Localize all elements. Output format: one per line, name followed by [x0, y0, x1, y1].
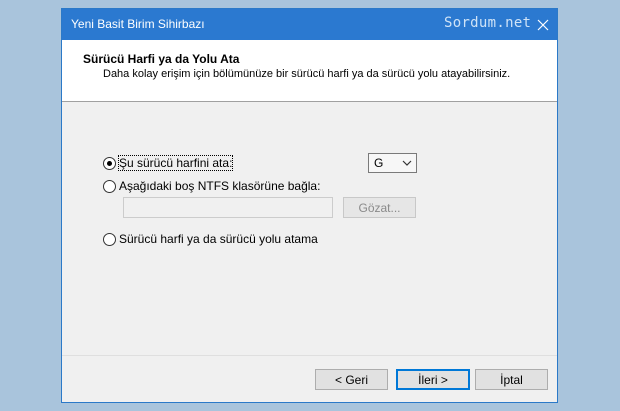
chevron-down-icon: [402, 160, 412, 166]
window-title: Yeni Basit Birim Sihirbazı: [71, 17, 205, 31]
folder-path-input[interactable]: [123, 197, 333, 218]
next-button[interactable]: İleri >: [396, 369, 470, 390]
no-letter-option[interactable]: Sürücü harfi ya da sürücü yolu atama: [103, 232, 318, 246]
watermark-text: Sordum.net: [444, 15, 532, 31]
assign-letter-radio[interactable]: [103, 156, 116, 170]
mount-folder-label[interactable]: Aşağıdaki boş NTFS klasörüne bağla:: [119, 179, 320, 193]
back-button[interactable]: < Geri: [315, 369, 388, 390]
drive-letter-value: G: [374, 156, 384, 170]
wizard-header: Sürücü Harfi ya da Yolu Ata Daha kolay e…: [62, 40, 557, 102]
no-letter-label[interactable]: Sürücü harfi ya da sürücü yolu atama: [119, 232, 318, 246]
assign-letter-option[interactable]: Şu sürücü harfini ata:: [103, 155, 234, 171]
assign-letter-label[interactable]: Şu sürücü harfini ata:: [117, 155, 234, 171]
page-subtitle: Daha kolay erişim için bölümünüze bir sü…: [103, 68, 511, 80]
footer-divider: [62, 355, 557, 356]
wizard-window: Yeni Basit Birim Sihirbazı Sordum.net Sü…: [61, 8, 558, 403]
close-icon: [537, 19, 549, 30]
mount-folder-option[interactable]: Aşağıdaki boş NTFS klasörüne bağla:: [103, 179, 320, 193]
title-bar[interactable]: Yeni Basit Birim Sihirbazı Sordum.net: [62, 9, 557, 40]
cancel-button[interactable]: İptal: [475, 369, 548, 390]
no-letter-radio[interactable]: [103, 232, 116, 246]
drive-letter-select[interactable]: G: [368, 153, 417, 173]
close-button[interactable]: [529, 9, 557, 40]
page-title: Sürücü Harfi ya da Yolu Ata: [83, 52, 240, 66]
mount-folder-radio[interactable]: [103, 179, 116, 193]
browse-button[interactable]: Gözat...: [343, 197, 416, 218]
